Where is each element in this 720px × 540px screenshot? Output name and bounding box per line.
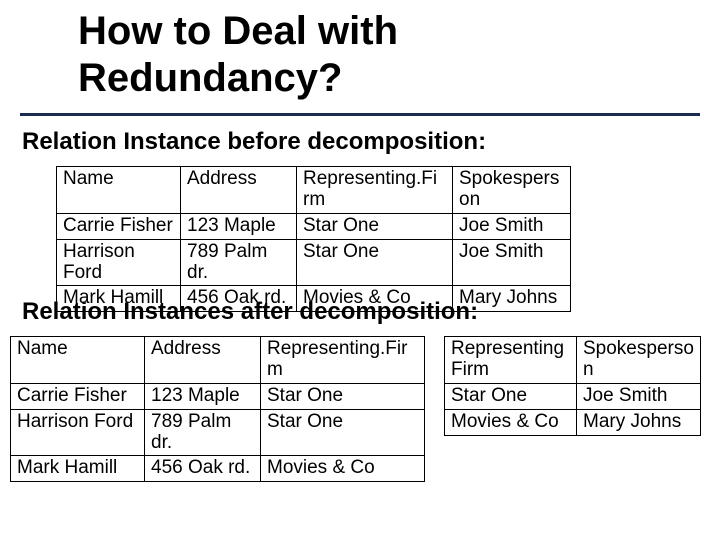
cell: Harrison Ford (57, 239, 181, 286)
cell: 123 Maple (145, 383, 261, 409)
cell: Harrison Ford (11, 409, 145, 456)
table-row: Name Address Representing.Fir m (11, 337, 425, 384)
table-after-left: Name Address Representing.Fir m Carrie F… (10, 336, 425, 482)
col-header-address: Address (145, 337, 261, 384)
title-underline (20, 113, 700, 116)
table-row: Representing Firm Spokesperso n (445, 337, 701, 384)
cell: Star One (297, 239, 453, 286)
col-header-firm: Representing Firm (445, 337, 577, 384)
cell: Movies & Co (261, 456, 425, 482)
table-row: Movies & Co Mary Johns (445, 409, 701, 435)
cell: 123 Maple (181, 213, 297, 239)
col-header-firm: Representing.Fi rm (297, 167, 453, 214)
cell: Star One (445, 383, 577, 409)
table-before: Name Address Representing.Fi rm Spokespe… (56, 166, 571, 312)
cell: Movies & Co (445, 409, 577, 435)
col-header-firm: Representing.Fir m (261, 337, 425, 384)
table-row: Carrie Fisher 123 Maple Star One (11, 383, 425, 409)
cell: 789 Palm dr. (181, 239, 297, 286)
slide-title: How to Deal with Redundancy? (78, 8, 398, 102)
table-row: Harrison Ford 789 Palm dr. Star One (11, 409, 425, 456)
col-header-spokesperson: Spokesperso n (577, 337, 701, 384)
slide: How to Deal with Redundancy? Relation In… (0, 0, 720, 540)
title-line-1: How to Deal with (78, 8, 398, 55)
cell: 789 Palm dr. (145, 409, 261, 456)
col-header-address: Address (181, 167, 297, 214)
cell: Star One (297, 213, 453, 239)
table-row: Name Address Representing.Fi rm Spokespe… (57, 167, 571, 214)
table-row: Carrie Fisher 123 Maple Star One Joe Smi… (57, 213, 571, 239)
title-line-2: Redundancy? (78, 55, 398, 102)
cell: Carrie Fisher (11, 383, 145, 409)
table-after-right: Representing Firm Spokesperso n Star One… (444, 336, 701, 436)
cell: Mark Hamill (11, 456, 145, 482)
cell: Joe Smith (453, 239, 571, 286)
table-row: Star One Joe Smith (445, 383, 701, 409)
table-row: Mark Hamill 456 Oak rd. Movies & Co (11, 456, 425, 482)
heading-after: Relation Instances after decomposition: (22, 298, 478, 326)
cell: Joe Smith (577, 383, 701, 409)
heading-before: Relation Instance before decomposition: (22, 128, 486, 156)
col-header-name: Name (11, 337, 145, 384)
cell: Carrie Fisher (57, 213, 181, 239)
cell: Mary Johns (577, 409, 701, 435)
col-header-name: Name (57, 167, 181, 214)
cell: 456 Oak rd. (145, 456, 261, 482)
cell: Star One (261, 409, 425, 456)
table-row: Harrison Ford 789 Palm dr. Star One Joe … (57, 239, 571, 286)
col-header-spokesperson: Spokespers on (453, 167, 571, 214)
cell: Star One (261, 383, 425, 409)
cell: Joe Smith (453, 213, 571, 239)
